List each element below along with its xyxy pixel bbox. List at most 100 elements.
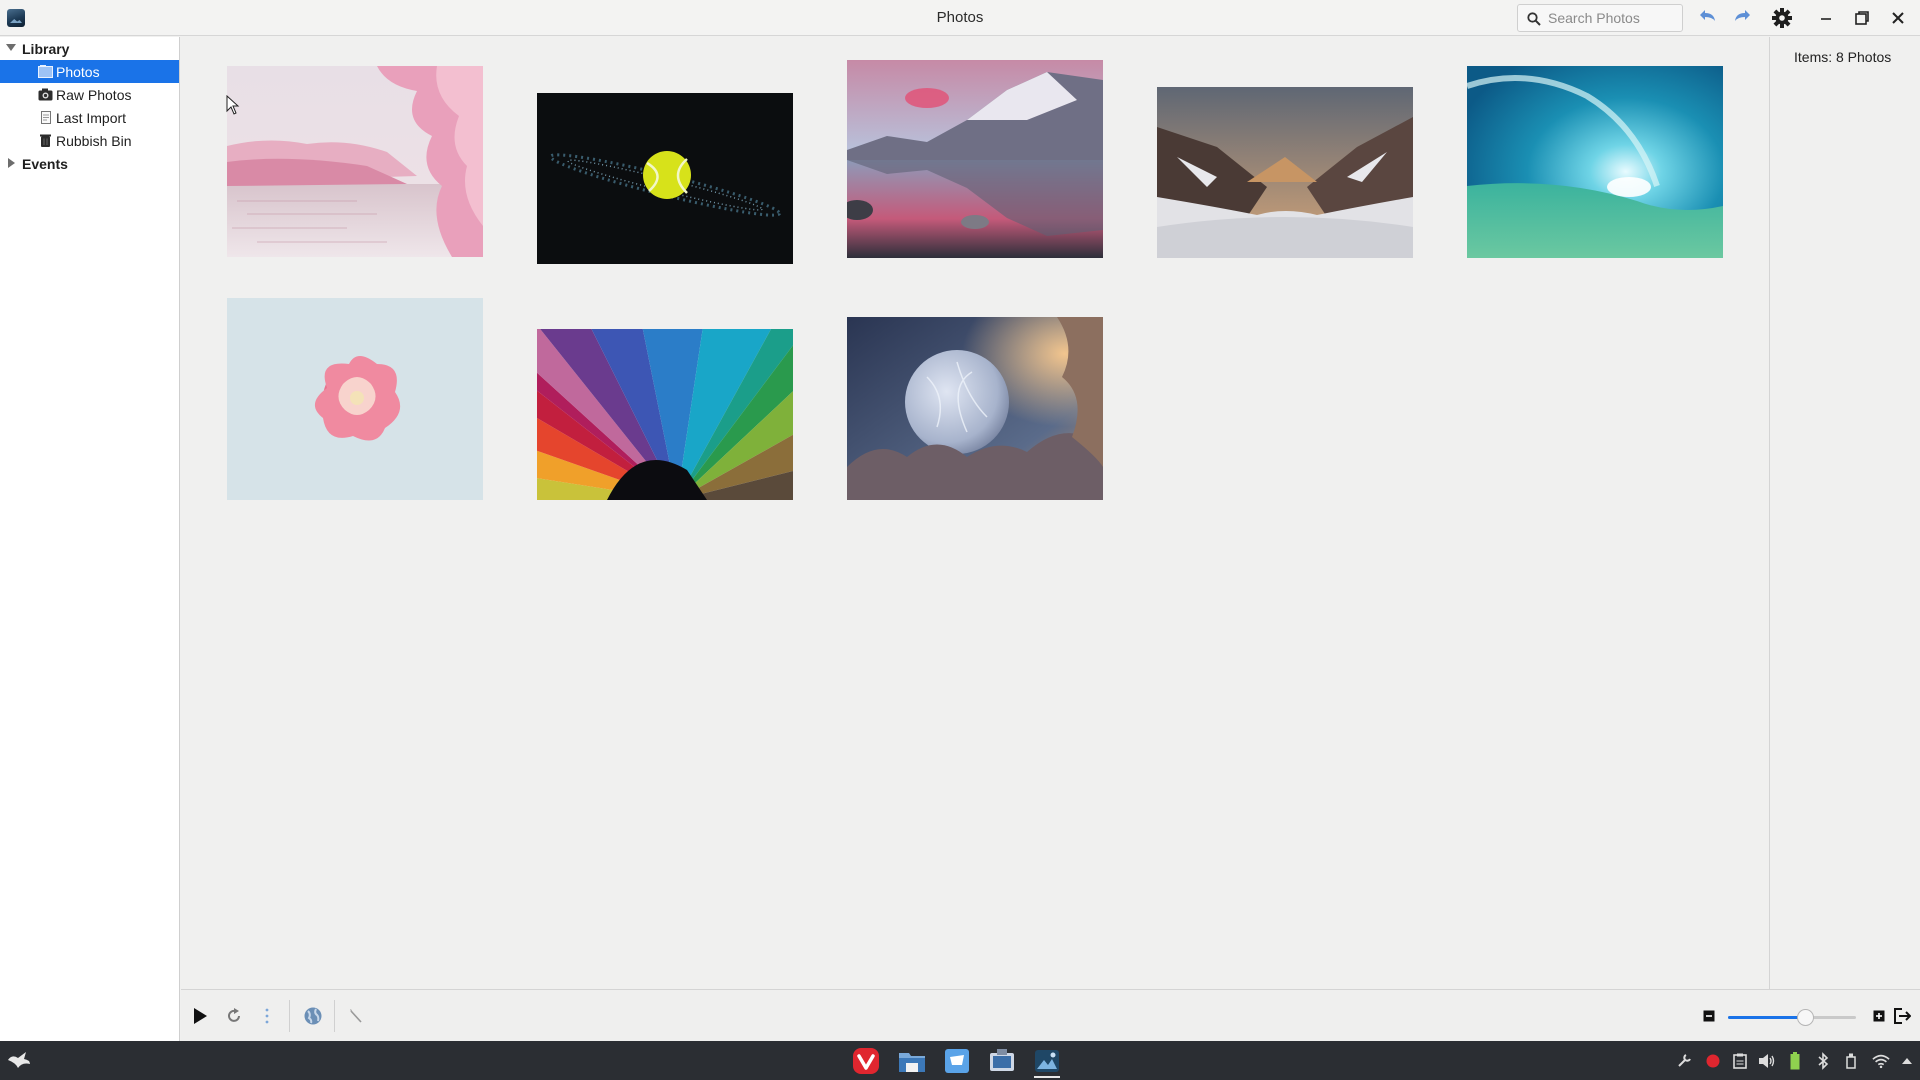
zoom-slider[interactable] (1728, 1009, 1856, 1026)
taskbar-app-vivaldi[interactable] (849, 1045, 883, 1077)
redo-icon (1735, 10, 1750, 21)
record-icon (1706, 1054, 1720, 1068)
speaker-icon (1759, 1054, 1775, 1068)
enhance-button[interactable] (344, 1004, 368, 1028)
zoom-in-button[interactable] (1867, 1004, 1891, 1028)
folder-icon (899, 1053, 925, 1072)
tray-bluetooth-icon[interactable] (1814, 1052, 1832, 1070)
items-count-text: Items: 8 Photos (1794, 49, 1892, 65)
undo-button[interactable] (1694, 6, 1720, 30)
sidebar-item-label: Last Import (56, 109, 127, 126)
taskbar-app-screenshot[interactable] (985, 1045, 1019, 1077)
sidebar: Library Photos Raw Photos Last Import Ru… (0, 37, 180, 1041)
photo-thumbnail-ocean-wave[interactable] (1467, 66, 1723, 258)
screenshot-tool-icon (990, 1049, 1014, 1071)
expand-arrow-icon[interactable] (6, 44, 16, 51)
photos-app-icon (1035, 1050, 1059, 1072)
zoom-slider-fill (1728, 1016, 1805, 1019)
sidebar-item-photos[interactable]: Photos (0, 60, 179, 83)
events-label: Events (22, 155, 68, 172)
tray-storage-icon[interactable] (1842, 1052, 1860, 1070)
zoom-in-icon (1873, 1010, 1885, 1022)
photo-thumbnail-pink-flower[interactable] (227, 298, 483, 500)
tray-record-icon[interactable] (1704, 1052, 1722, 1070)
mouse-cursor-icon (226, 95, 240, 115)
gear-icon (1772, 8, 1792, 28)
toolbar-divider (334, 1000, 335, 1032)
library-label: Library (22, 40, 70, 57)
restore-icon (1855, 11, 1869, 25)
sidebar-item-label: Photos (56, 63, 100, 80)
maximize-button[interactable] (1849, 6, 1875, 30)
publish-button[interactable] (301, 1004, 325, 1028)
store-bag-icon (945, 1049, 969, 1073)
usb-drive-icon (1846, 1053, 1856, 1069)
start-menu-button[interactable] (2, 1045, 36, 1077)
vivaldi-icon (853, 1048, 879, 1074)
battery-icon (1790, 1052, 1800, 1070)
rotate-icon (228, 1008, 240, 1022)
bluetooth-icon (1818, 1052, 1829, 1070)
redo-button[interactable] (1730, 6, 1756, 30)
collapse-arrow-icon[interactable] (8, 158, 15, 168)
close-button[interactable] (1885, 6, 1911, 30)
info-panel: Items: 8 Photos (1769, 37, 1920, 989)
exit-panel-icon (1894, 1008, 1911, 1024)
magic-wand-icon (350, 1009, 362, 1023)
zoom-slider-handle[interactable] (1797, 1009, 1814, 1026)
zoom-out-icon (1703, 1010, 1715, 1022)
clipboard-icon (1733, 1053, 1747, 1069)
chevron-up-icon (1902, 1058, 1912, 1064)
sidebar-events-header[interactable]: Events (0, 152, 179, 175)
sidebar-library-header[interactable]: Library (0, 37, 179, 60)
slideshow-button[interactable] (188, 1004, 212, 1028)
sidebar-item-label: Rubbish Bin (56, 132, 132, 149)
import-icon (41, 111, 51, 124)
bottom-toolbar (181, 989, 1920, 1041)
sidebar-item-raw-photos[interactable]: Raw Photos (0, 83, 179, 106)
taskbar-app-files[interactable] (895, 1045, 929, 1077)
photo-thumbnail-cherry-blossoms[interactable] (227, 66, 483, 257)
title-bar: Photos (0, 0, 1920, 36)
close-icon (1892, 12, 1904, 24)
globe-icon (304, 1007, 322, 1025)
taskbar (0, 1041, 1920, 1080)
sidebar-item-rubbish-bin[interactable]: Rubbish Bin (0, 129, 179, 152)
wifi-icon (1872, 1054, 1890, 1069)
bird-logo-icon (8, 1052, 30, 1068)
trash-icon (40, 134, 51, 147)
photo-thumbnail-rainbow-fan[interactable] (537, 329, 793, 500)
photos-icon (38, 65, 53, 78)
photo-thumbnail-tennis-ball[interactable] (537, 93, 793, 264)
search-input[interactable] (1548, 9, 1678, 27)
play-icon (194, 1008, 207, 1024)
tray-wifi-icon[interactable] (1872, 1052, 1890, 1070)
vertical-dots-icon (265, 1008, 269, 1024)
photo-thumbnail-frozen-bubble[interactable] (847, 317, 1103, 500)
photo-thumbnail-snowy-valley[interactable] (1157, 87, 1413, 258)
camera-icon (38, 88, 53, 101)
zoom-out-button[interactable] (1697, 1004, 1721, 1028)
sidebar-item-last-import[interactable]: Last Import (0, 106, 179, 129)
photo-thumbnail-mountain-lake[interactable] (847, 60, 1103, 258)
more-options-button[interactable] (255, 1004, 279, 1028)
tools-icon (1678, 1054, 1691, 1067)
search-icon (1527, 12, 1541, 26)
rotate-button[interactable] (222, 1004, 246, 1028)
tray-network-tool-icon[interactable] (1675, 1052, 1693, 1070)
tray-expand-icon[interactable] (1898, 1052, 1916, 1070)
photo-grid (181, 37, 1769, 989)
minimize-icon (1821, 18, 1831, 20)
settings-button[interactable] (1769, 6, 1795, 30)
toolbar-divider (289, 1000, 290, 1032)
undo-icon (1700, 10, 1715, 21)
tray-battery-icon[interactable] (1786, 1052, 1804, 1070)
sidebar-item-label: Raw Photos (56, 86, 132, 103)
minimize-button[interactable] (1813, 6, 1839, 30)
taskbar-app-photos[interactable] (1030, 1045, 1064, 1078)
search-box[interactable] (1517, 4, 1683, 32)
taskbar-app-store[interactable] (940, 1045, 974, 1077)
tray-volume-icon[interactable] (1758, 1052, 1776, 1070)
toggle-info-panel-button[interactable] (1890, 1004, 1914, 1028)
tray-clipboard-icon[interactable] (1731, 1052, 1749, 1070)
